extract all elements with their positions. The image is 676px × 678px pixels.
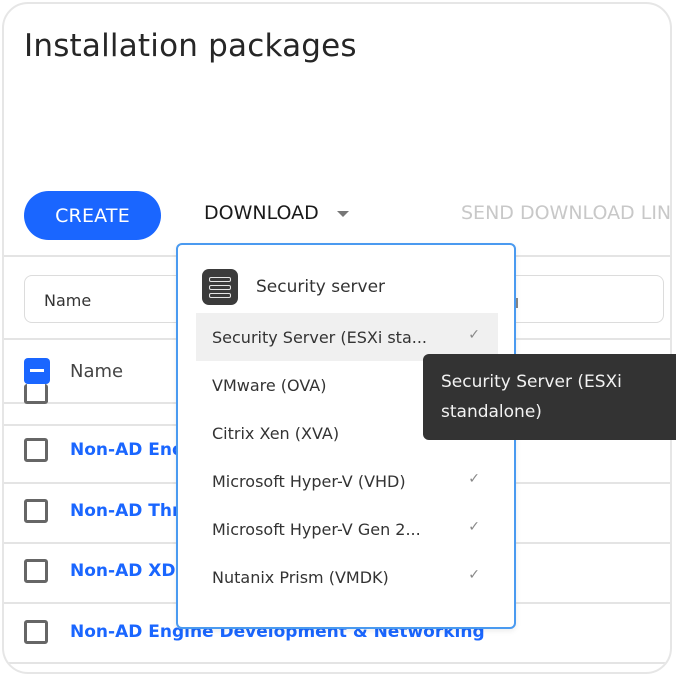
create-button[interactable]: CREATE: [24, 191, 161, 240]
row-checkbox-partial[interactable]: [24, 384, 48, 404]
check-icon: ✓: [468, 327, 480, 343]
column-header-name: Name: [70, 361, 124, 382]
page-title: Installation packages: [24, 28, 357, 64]
download-label: DOWNLOAD: [204, 202, 319, 224]
check-icon: ✓: [468, 471, 480, 487]
group-label: Security server: [256, 277, 386, 297]
select-all-checkbox[interactable]: [24, 358, 50, 384]
menu-item-label: Microsoft Hyper-V Gen 2...: [212, 519, 421, 539]
check-icon: ✓: [468, 519, 480, 535]
tooltip-line: Security Server (ESXi: [441, 372, 622, 392]
caret-down-icon: [336, 211, 349, 217]
server-icon: [202, 269, 238, 305]
send-download-links-button[interactable]: SEND DOWNLOAD LINKS: [461, 202, 670, 224]
menu-item-label: Citrix Xen (XVA): [212, 423, 340, 443]
dropdown-group-header: Security server: [202, 269, 385, 305]
row-checkbox[interactable]: [24, 620, 48, 644]
menu-item-label: Nutanix Prism (VMDK): [212, 567, 389, 587]
row-checkbox[interactable]: [24, 559, 48, 583]
menu-item-label: Microsoft Hyper-V (VHD): [212, 471, 406, 491]
menu-item-nutanix-prism[interactable]: Nutanix Prism (VMDK) ✓: [196, 553, 498, 601]
row-checkbox[interactable]: [24, 499, 48, 523]
tooltip: Security Server (ESXi standalone): [423, 354, 676, 440]
row-checkbox[interactable]: [24, 438, 48, 462]
check-icon: ✓: [468, 567, 480, 583]
divider: [4, 662, 670, 664]
menu-item-label: VMware (OVA): [212, 375, 327, 395]
download-dropdown-button[interactable]: DOWNLOAD: [204, 202, 349, 224]
tooltip-line: standalone): [441, 402, 542, 422]
package-link[interactable]: Non-AD XDR: [70, 561, 189, 581]
menu-item-label: Security Server (ESXi sta...: [212, 327, 428, 347]
menu-item-hyper-v-gen2[interactable]: Microsoft Hyper-V Gen 2... ✓: [196, 505, 498, 553]
menu-item-hyper-v-vhd[interactable]: Microsoft Hyper-V (VHD) ✓: [196, 457, 498, 505]
filter-label: Name: [44, 291, 92, 310]
